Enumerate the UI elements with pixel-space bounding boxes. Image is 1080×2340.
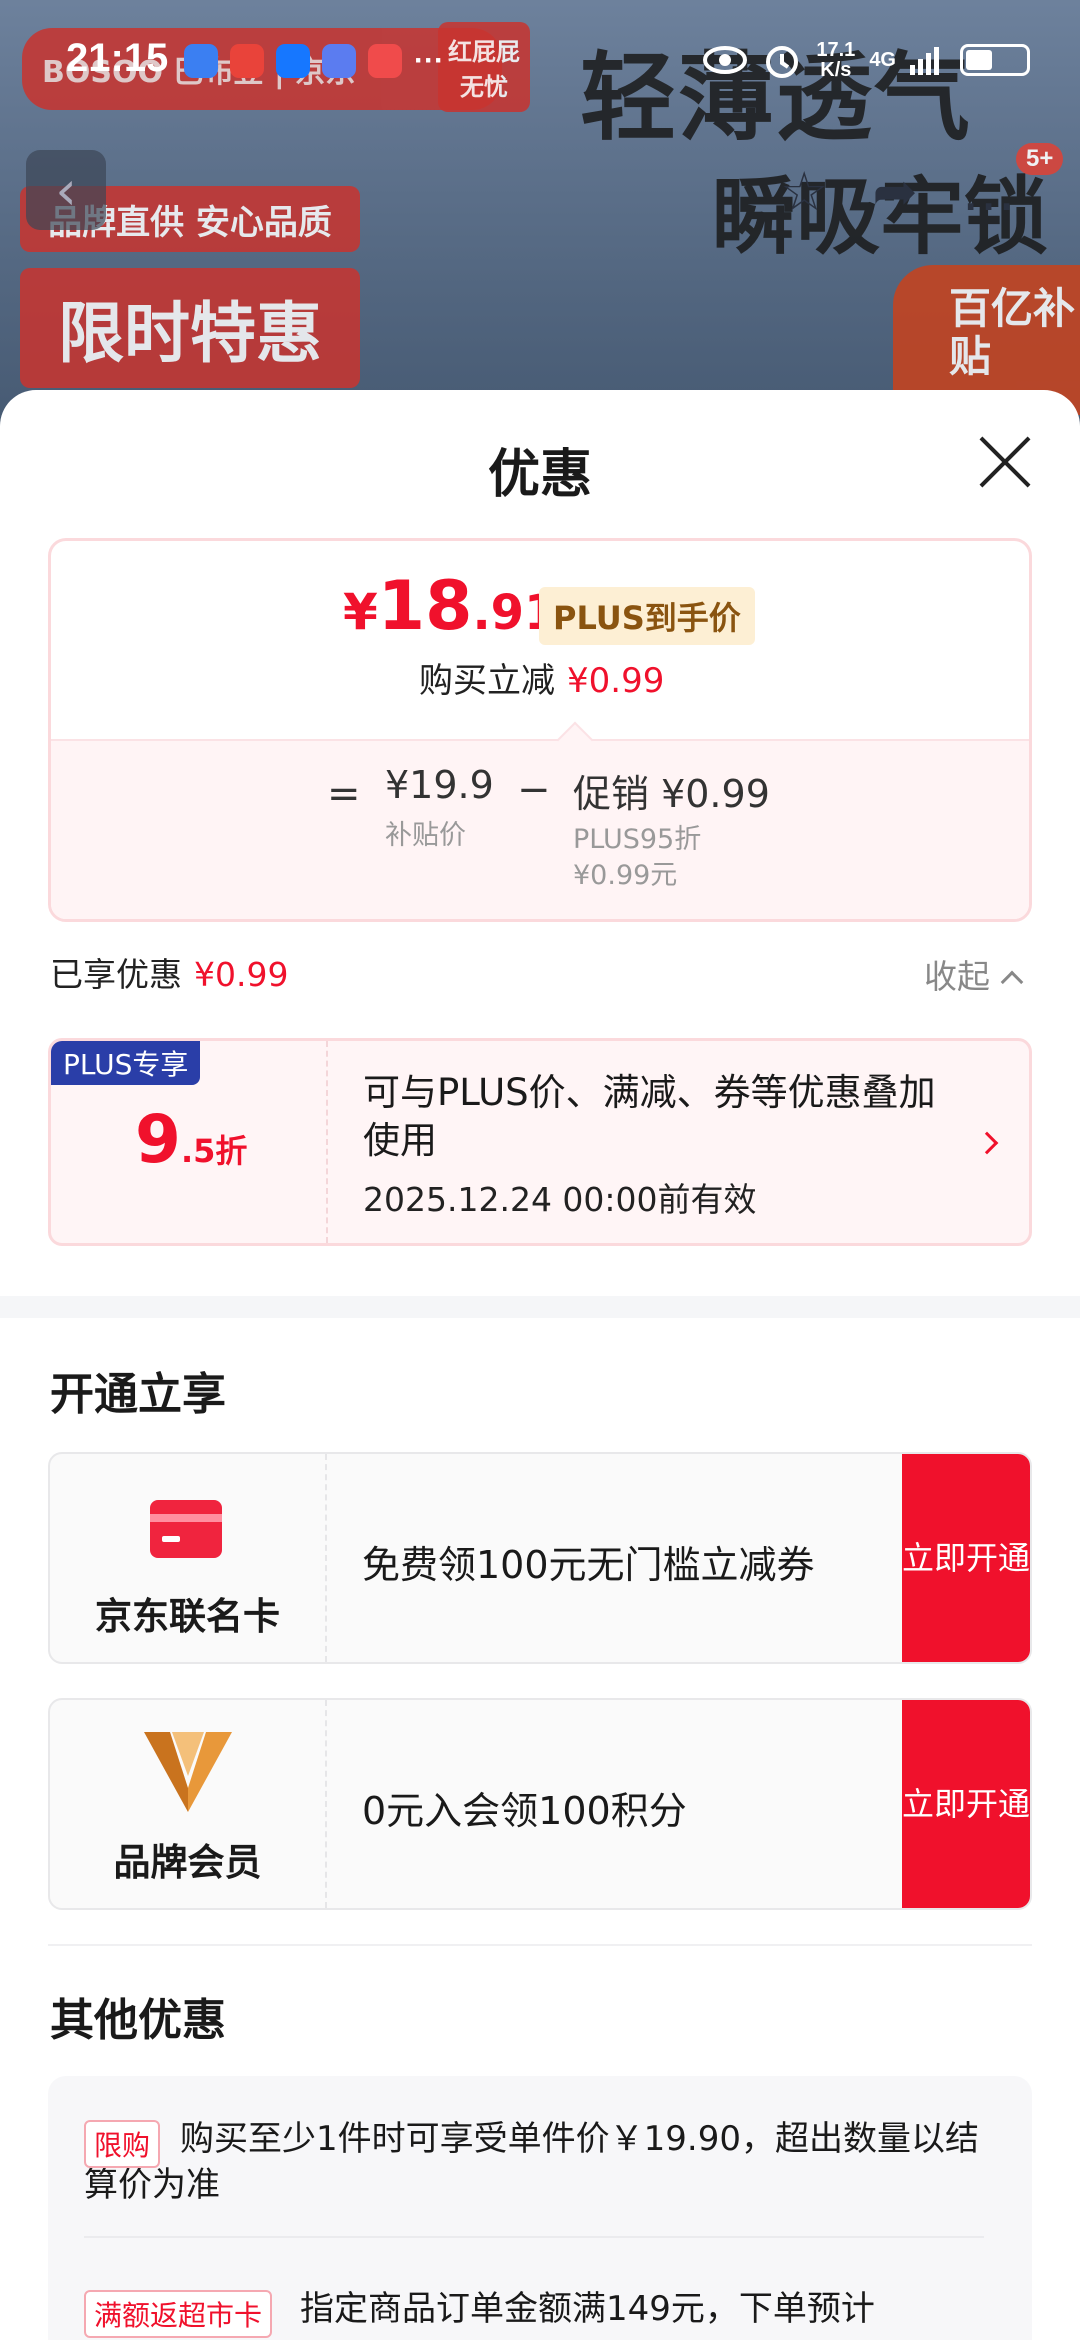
sheet-title: 优惠 bbox=[487, 445, 592, 505]
favorite-star-icon[interactable]: ☆ bbox=[780, 160, 828, 223]
open-now-button[interactable]: 立即开通 bbox=[902, 1454, 1030, 1662]
limited-offer-tag: 限时特惠 bbox=[20, 268, 360, 388]
share-icon[interactable]: ➦ bbox=[872, 160, 917, 223]
message-count-badge: 5+ bbox=[1016, 143, 1064, 175]
huawei-notification-icon bbox=[230, 44, 264, 78]
promo-detail-amount: ¥0.99元 bbox=[573, 860, 678, 891]
net-speed: 17.1 K/s bbox=[816, 39, 856, 81]
more-icon[interactable]: … bbox=[962, 160, 1016, 223]
open-section-title: 开通立享 bbox=[50, 1369, 226, 1420]
open-now-button[interactable]: 立即开通 bbox=[902, 1700, 1030, 1908]
instant-reduce: 购买立减 ¥0.99 bbox=[419, 661, 665, 701]
close-icon[interactable] bbox=[975, 432, 1035, 492]
plus-coupon-desc: 可与PLUS价、满减、券等优惠叠加使用 bbox=[363, 1071, 936, 1162]
status-bar: 21:15 ··· 17.1 K/s 4G bbox=[0, 30, 1080, 90]
enjoyed-discount: 已享优惠 ¥0.99 bbox=[50, 955, 289, 994]
network-type: 4G bbox=[869, 49, 896, 71]
collapse-button[interactable]: 收起 bbox=[924, 950, 1024, 998]
minus-sign: − bbox=[517, 767, 551, 813]
price-breakdown-card: ¥ 18 .91 PLUS到手价 购买立减 ¥0.99 = ¥19.9 补贴价 −… bbox=[48, 538, 1032, 922]
subsidy-price: ¥19.9 bbox=[385, 763, 494, 807]
final-price: ¥ 18 .91 bbox=[343, 567, 558, 646]
promo-detail-discount: PLUS95折 bbox=[573, 824, 702, 855]
eye-icon bbox=[703, 46, 748, 74]
app-notification-icon bbox=[184, 44, 218, 78]
other-section-title: 其他优惠 bbox=[50, 1995, 226, 2046]
list-item: 限购 购买至少1件时可享受单件价￥19.90，超出数量以结算价为准 bbox=[84, 2116, 984, 2208]
offer-name: 品牌会员 bbox=[113, 1841, 262, 1884]
credit-card-icon bbox=[150, 1500, 222, 1558]
plus-coupon-valid: 2025.12.24 00:00前有效 bbox=[363, 1180, 757, 1219]
plus-exclusive-flag: PLUS专享 bbox=[51, 1041, 201, 1085]
chevron-right-icon[interactable] bbox=[975, 1131, 999, 1155]
offer-name: 京东联名卡 bbox=[95, 1595, 280, 1638]
discount-sheet: 优惠 ¥ 18 .91 PLUS到手价 购买立减 ¥0.99 = ¥19.9 补贴… bbox=[0, 390, 1080, 2340]
plus-price-tag: PLUS到手价 bbox=[539, 587, 755, 645]
signal-icon bbox=[910, 47, 939, 75]
music-notification-icon bbox=[322, 44, 356, 78]
more-notifications-icon: ··· bbox=[414, 44, 444, 77]
plus-discount-value: 9.5折 bbox=[135, 1101, 248, 1178]
brand-member-offer[interactable]: 品牌会员 0元入会领100积分 立即开通 bbox=[48, 1698, 1032, 1910]
offer-text: 0元入会领100积分 bbox=[362, 1789, 687, 1833]
equals-sign: = bbox=[327, 771, 361, 817]
battery-icon bbox=[960, 44, 1030, 76]
shield-notification-icon bbox=[276, 44, 310, 78]
brand-logo-icon bbox=[144, 1732, 232, 1812]
jd-cobrand-card-offer[interactable]: 京东联名卡 免费领100元无门槛立减券 立即开通 bbox=[48, 1452, 1032, 1664]
list-item: 满额返超市卡 指定商品订单金额满149元，下单预计 bbox=[84, 2286, 984, 2338]
alarm-icon bbox=[766, 46, 799, 78]
status-time: 21:15 bbox=[66, 36, 169, 80]
subsidy-price-label: 补贴价 bbox=[385, 820, 466, 851]
mail-notification-icon bbox=[368, 44, 402, 78]
purchase-limit-tag: 限购 bbox=[84, 2120, 161, 2168]
promo-amount: 促销 ¥0.99 bbox=[573, 772, 770, 816]
offer-text: 免费领100元无门槛立减券 bbox=[362, 1543, 815, 1587]
rebate-tag: 满额返超市卡 bbox=[84, 2290, 273, 2338]
plus-coupon-card[interactable]: PLUS专享 9.5折 可与PLUS价、满减、券等优惠叠加使用 2025.12.… bbox=[48, 1038, 1032, 1246]
notification-icons: ··· bbox=[184, 44, 444, 78]
other-offers-box: 限购 购买至少1件时可享受单件价￥19.90，超出数量以结算价为准 满额返超市卡… bbox=[48, 2076, 1032, 2340]
back-icon[interactable]: ‹ bbox=[26, 150, 106, 230]
chevron-up-icon bbox=[1000, 970, 1024, 994]
list-item-text: 购买至少1件时可享受单件价￥19.90，超出数量以结算价为准 bbox=[84, 2119, 979, 2205]
